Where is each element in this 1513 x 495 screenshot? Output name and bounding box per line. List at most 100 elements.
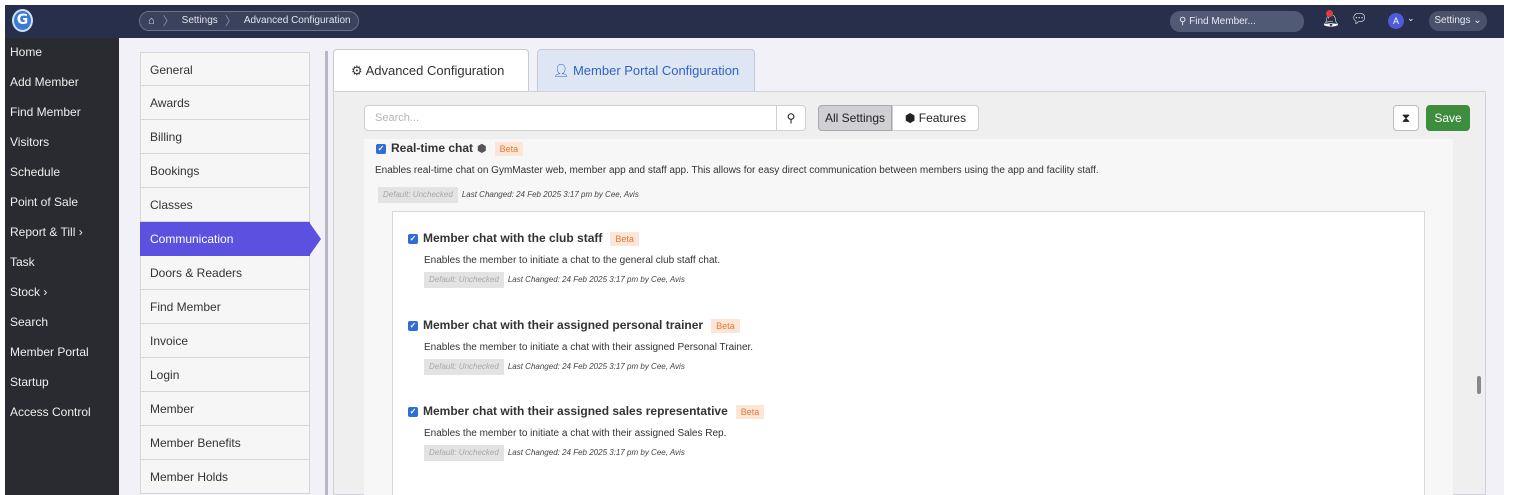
last-changed: Last Changed: 24 Feb 2025 3:17 pm by Cee…	[507, 448, 685, 457]
chat-icon[interactable]: 💬︎	[1351, 11, 1368, 27]
sales-rep-chat-checkbox[interactable]: ✓	[408, 406, 418, 417]
sub-setting-title-row: ✓ Member chat with their assigned persona…	[408, 317, 1308, 333]
panel-divider[interactable]	[325, 51, 328, 495]
find-member-search[interactable]: ⚲ Find Member...	[1170, 11, 1304, 32]
settings-menu-button[interactable]: Settings ⌄	[1429, 11, 1487, 31]
sub-setting: ✓ Member chat with the club staff Beta Ena…	[408, 230, 1308, 288]
last-changed: Last Changed: 24 Feb 2025 3:17 pm by Cee…	[507, 275, 685, 284]
breadcrumb: ⌂ 〉 Settings 〉 Advanced Configuration	[139, 11, 359, 31]
cube-icon: ⬢	[477, 143, 487, 155]
sub-setting-description: Enables the member to initiate a chat wi…	[424, 342, 754, 353]
setting-meta: Default: Unchecked Last Changed: 24 Feb 2…	[378, 187, 639, 203]
beta-badge: Beta	[610, 231, 639, 246]
settings-item-billing[interactable]: Billing	[140, 120, 310, 154]
cube-icon: ⬢	[904, 111, 916, 125]
setting-real-time-chat: ✓ Real-time chat ⬢ Beta Enables real-time c…	[375, 139, 1436, 203]
tab-content: Search... ⚲ All Settings ⬢ Features ⧗ Sa…	[333, 91, 1486, 495]
settings-item-login[interactable]: Login	[140, 358, 310, 392]
gears-icon: ⚙	[351, 63, 363, 78]
default-value: Default: Unchecked	[424, 359, 504, 375]
tab-advanced-configuration[interactable]: ⚙ Advanced Configuration	[333, 49, 529, 91]
chevron-down-icon[interactable]: ⌄	[1407, 13, 1415, 24]
notification-dot	[1326, 10, 1333, 17]
personal-trainer-chat-checkbox[interactable]: ✓	[408, 320, 418, 331]
sidebar-item-member-portal[interactable]: Member Portal	[5, 337, 119, 367]
settings-content: ✓ Real-time chat ⬢ Beta Enables real-time c…	[364, 139, 1453, 495]
sidebar-item-task[interactable]: Task	[5, 247, 119, 277]
save-button[interactable]: Save	[1426, 105, 1470, 131]
sub-setting-title-row: ✓ Member chat with their assigned sales r…	[408, 403, 1308, 419]
tab-advanced-label: Advanced Configuration	[365, 63, 505, 78]
history-button[interactable]: ⧗	[1393, 105, 1419, 131]
last-changed: Last Changed: 24 Feb 2025 3:17 pm by Cee…	[507, 362, 685, 371]
sub-setting-meta: Default: Unchecked Last Changed: 24 Feb 2…	[408, 445, 685, 461]
sidebar-item-find-member[interactable]: Find Member	[5, 97, 119, 127]
scrollbar-thumb[interactable]	[1477, 376, 1481, 394]
sub-setting-description: Enables the member to initiate a chat wi…	[424, 428, 727, 439]
settings-panel: ⚙ Advanced Configuration 👤︎ Member Porta…	[330, 47, 1504, 495]
home-icon[interactable]: ⌂	[140, 12, 163, 30]
sidebar-item-access-control[interactable]: Access Control	[5, 397, 119, 427]
default-value: Default: Unchecked	[378, 187, 458, 203]
sub-setting-description: Enables the member to initiate a chat to…	[424, 255, 721, 266]
sub-setting: ✓ Member chat with their assigned sales r…	[408, 403, 1308, 461]
sidebar-item-add-member[interactable]: Add Member	[5, 67, 119, 97]
settings-category-list: General Awards Billing Bookings Classes …	[140, 52, 321, 494]
sidebar-item-point-of-sale[interactable]: Point of Sale	[5, 187, 119, 217]
sub-settings-box: ✓ Member chat with the club staff Beta Ena…	[392, 211, 1425, 495]
settings-item-member-benefits[interactable]: Member Benefits	[140, 426, 310, 460]
beta-badge: Beta	[735, 404, 765, 419]
settings-item-member[interactable]: Member	[140, 392, 310, 426]
top-bar: G ⌂ 〉 Settings 〉 Advanced Configuration …	[5, 5, 1504, 38]
sub-setting-meta: Default: Unchecked Last Changed: 24 Feb 2…	[408, 359, 685, 375]
real-time-chat-checkbox[interactable]: ✓	[376, 143, 386, 154]
breadcrumb-advanced-configuration[interactable]: Advanced Configuration	[237, 12, 358, 30]
settings-search-input[interactable]: Search...	[364, 105, 777, 131]
default-value: Default: Unchecked	[424, 272, 504, 288]
sub-setting-meta: Default: Unchecked Last Changed: 24 Feb 2…	[408, 272, 685, 288]
default-value: Default: Unchecked	[424, 445, 504, 461]
search-icon: ⚲	[786, 111, 796, 125]
settings-item-member-holds[interactable]: Member Holds	[140, 460, 310, 494]
all-settings-button[interactable]: All Settings	[818, 105, 892, 131]
find-member-placeholder: Find Member...	[1189, 16, 1256, 27]
settings-item-classes[interactable]: Classes	[140, 188, 310, 222]
settings-item-general[interactable]: General	[140, 52, 310, 86]
sidebar-item-stock[interactable]: Stock ›	[5, 277, 119, 307]
tab-portal-label: Member Portal Configuration	[572, 63, 740, 78]
settings-item-doors-readers[interactable]: Doors & Readers	[140, 256, 310, 290]
features-button[interactable]: ⬢ Features	[892, 105, 979, 131]
breadcrumb-separator: 〉	[162, 14, 175, 28]
sidebar-item-search[interactable]: Search	[5, 307, 119, 337]
settings-item-awards[interactable]: Awards	[140, 86, 310, 120]
setting-title: Real-time chat	[391, 141, 474, 155]
avatar[interactable]: A	[1388, 13, 1404, 29]
settings-label: Settings	[1434, 15, 1471, 26]
sub-setting-title-row: ✓ Member chat with the club staff Beta	[408, 230, 1308, 246]
settings-item-communication[interactable]: Communication	[140, 222, 321, 256]
setting-description: Enables real-time chat on GymMaster web,…	[375, 165, 1099, 176]
sub-setting: ✓ Member chat with their assigned persona…	[408, 317, 1308, 375]
sidebar: Home Add Member Find Member Visitors Sch…	[5, 38, 119, 495]
sidebar-item-home[interactable]: Home	[5, 38, 119, 67]
sub-setting-title: Member chat with their assigned personal…	[423, 318, 704, 332]
club-staff-chat-checkbox[interactable]: ✓	[408, 233, 418, 244]
sidebar-item-schedule[interactable]: Schedule	[5, 157, 119, 187]
sub-setting-title: Member chat with their assigned sales re…	[423, 404, 728, 418]
sidebar-item-startup[interactable]: Startup	[5, 367, 119, 397]
settings-item-bookings[interactable]: Bookings	[140, 154, 310, 188]
settings-item-find-member[interactable]: Find Member	[140, 290, 310, 324]
tab-member-portal-configuration[interactable]: 👤︎ Member Portal Configuration	[537, 49, 755, 91]
sidebar-item-report-till[interactable]: Report & Till ›	[5, 217, 119, 247]
setting-title-row: ✓ Real-time chat ⬢ Beta	[376, 139, 1436, 159]
sidebar-item-visitors[interactable]: Visitors	[5, 127, 119, 157]
user-icon: 👤︎	[552, 63, 570, 78]
breadcrumb-settings[interactable]: Settings	[175, 12, 225, 30]
beta-badge: Beta	[711, 318, 740, 333]
last-changed: Last Changed: 24 Feb 2025 3:17 pm by Cee…	[461, 190, 639, 199]
logo[interactable]: G	[12, 9, 33, 32]
settings-item-invoice[interactable]: Invoice	[140, 324, 310, 358]
hourglass-icon: ⧗	[1401, 111, 1411, 125]
search-button[interactable]: ⚲	[776, 105, 806, 131]
search-icon: ⚲	[1179, 16, 1187, 27]
